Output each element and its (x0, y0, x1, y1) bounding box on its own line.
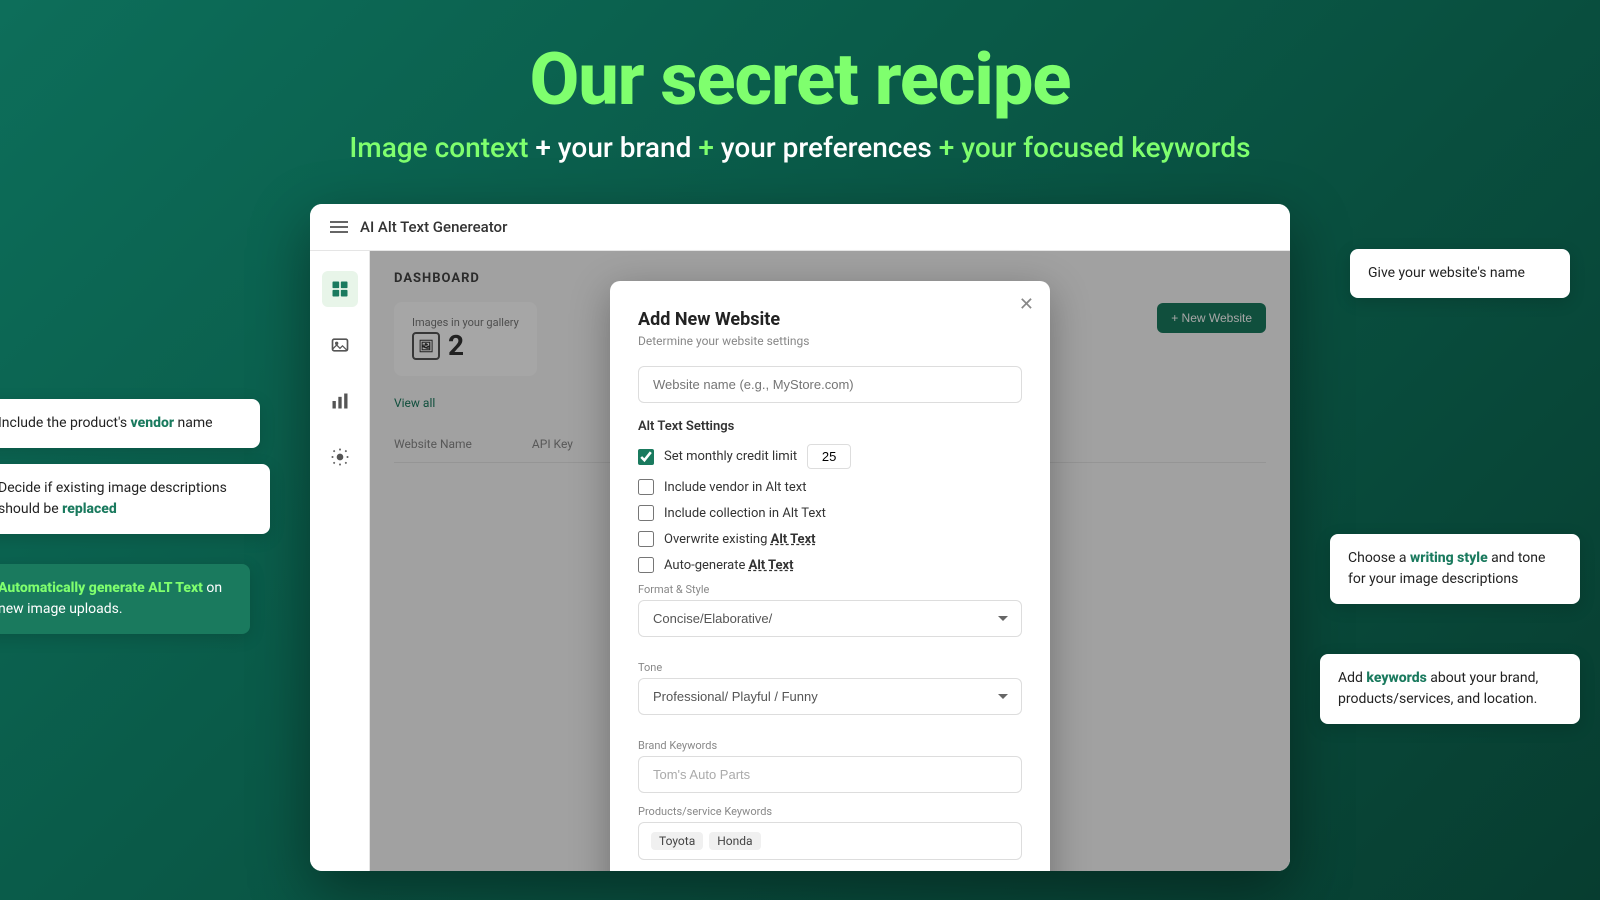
tone-group: Tone Professional/ Playful / Funny (638, 661, 1022, 727)
subtitle-keywords: your focused keywords (961, 131, 1250, 164)
credit-limit-label: Set monthly credit limit (664, 449, 797, 464)
overwrite-label: Overwrite existing Alt Text (664, 532, 816, 547)
callout-writing: Choose a writing style and tone for your… (1330, 534, 1580, 604)
overwrite-checkbox-row: Overwrite existing Alt Text (638, 531, 1022, 547)
sidebar-images-icon[interactable] (322, 327, 358, 363)
tag-honda: Honda (709, 832, 760, 850)
overwrite-checkbox[interactable] (638, 531, 654, 547)
hero-subtitle: Image context + your brand + your prefer… (0, 131, 1600, 164)
subtitle-plus3: + (939, 131, 955, 164)
modal-subtitle: Determine your website settings (638, 334, 1022, 348)
website-name-input[interactable] (638, 366, 1022, 403)
subtitle-brand: your brand (558, 131, 698, 164)
callout-give-name-text: Give your website's name (1368, 265, 1525, 281)
brand-keywords-label: Brand Keywords (638, 739, 1022, 752)
hero-title: Our secret recipe (0, 40, 1600, 119)
format-style-group: Format & Style Concise/Elaborative/ (638, 583, 1022, 649)
keywords-strong: keywords (1366, 670, 1426, 686)
tone-select[interactable]: Professional/ Playful / Funny (638, 678, 1022, 715)
sidebar (310, 251, 370, 871)
modal-overlay: ✕ Add New Website Determine your website… (370, 251, 1290, 871)
collection-checkbox-row: Include collection in Alt Text (638, 505, 1022, 521)
autogen-label: Auto-generate Alt Text (664, 558, 794, 573)
vendor-checkbox-row: Include vendor in Alt text (638, 479, 1022, 495)
hero-section: Our secret recipe Image context + your b… (0, 0, 1600, 194)
brand-keywords-group: Brand Keywords (638, 739, 1022, 793)
tag-toyota: Toyota (651, 832, 703, 850)
hamburger-menu[interactable] (330, 221, 348, 233)
app-main: DASHBOARD Images in your gallery 🖼 2 Vie… (370, 251, 1290, 871)
subtitle-plus1: + (535, 131, 551, 164)
format-style-label: Format & Style (638, 583, 1022, 596)
app-body: DASHBOARD Images in your gallery 🖼 2 Vie… (310, 251, 1290, 871)
collection-checkbox[interactable] (638, 505, 654, 521)
replace-strong: replaced (62, 501, 117, 517)
products-keywords-input[interactable]: Toyota Honda (638, 822, 1022, 860)
app-titlebar: AI Alt Text Genereator (310, 204, 1290, 251)
callout-vendor: Include the product's vendor name (0, 399, 260, 448)
add-website-modal: ✕ Add New Website Determine your website… (610, 281, 1050, 871)
collection-label: Include collection in Alt Text (664, 506, 826, 521)
app-title: AI Alt Text Genereator (360, 218, 507, 236)
writing-strong: writing style (1410, 550, 1488, 566)
callout-autogen: Automatically generate ALT Text on new i… (0, 564, 250, 634)
sidebar-settings-icon[interactable] (322, 439, 358, 475)
brand-keywords-input[interactable] (638, 756, 1022, 793)
tone-label: Tone (638, 661, 1022, 674)
callout-replace: Decide if existing image descriptions sh… (0, 464, 270, 534)
products-keywords-group: Products/service Keywords Toyota Honda (638, 805, 1022, 860)
subtitle-prefs: your preferences (721, 131, 939, 164)
vendor-strong: vendor (131, 415, 175, 431)
autogen-checkbox-row: Auto-generate Alt Text (638, 557, 1022, 573)
credit-limit-input[interactable] (807, 444, 851, 469)
callout-give-name: Give your website's name (1350, 249, 1570, 298)
subtitle-plus2: + (698, 131, 714, 164)
credit-limit-checkbox[interactable] (638, 449, 654, 465)
vendor-checkbox[interactable] (638, 479, 654, 495)
alt-text-settings-label: Alt Text Settings (638, 419, 1022, 434)
vendor-label: Include vendor in Alt text (664, 480, 807, 495)
main-content: Give your website's name Include the pro… (0, 194, 1600, 874)
app-window: AI Alt Text Genereator (310, 204, 1290, 871)
sidebar-analytics-icon[interactable] (322, 383, 358, 419)
subtitle-part1: Image context (349, 131, 535, 164)
callout-keywords: Add keywords about your brand, products/… (1320, 654, 1580, 724)
modal-close-button[interactable]: ✕ (1019, 295, 1034, 313)
credit-limit-row: Set monthly credit limit (638, 444, 1022, 469)
sidebar-dashboard-icon[interactable] (322, 271, 358, 307)
products-keywords-label: Products/service Keywords (638, 805, 1022, 818)
format-style-select[interactable]: Concise/Elaborative/ (638, 600, 1022, 637)
modal-title: Add New Website (638, 309, 1022, 330)
autogen-strong: Automatically generate ALT Text (0, 580, 203, 596)
autogen-checkbox[interactable] (638, 557, 654, 573)
